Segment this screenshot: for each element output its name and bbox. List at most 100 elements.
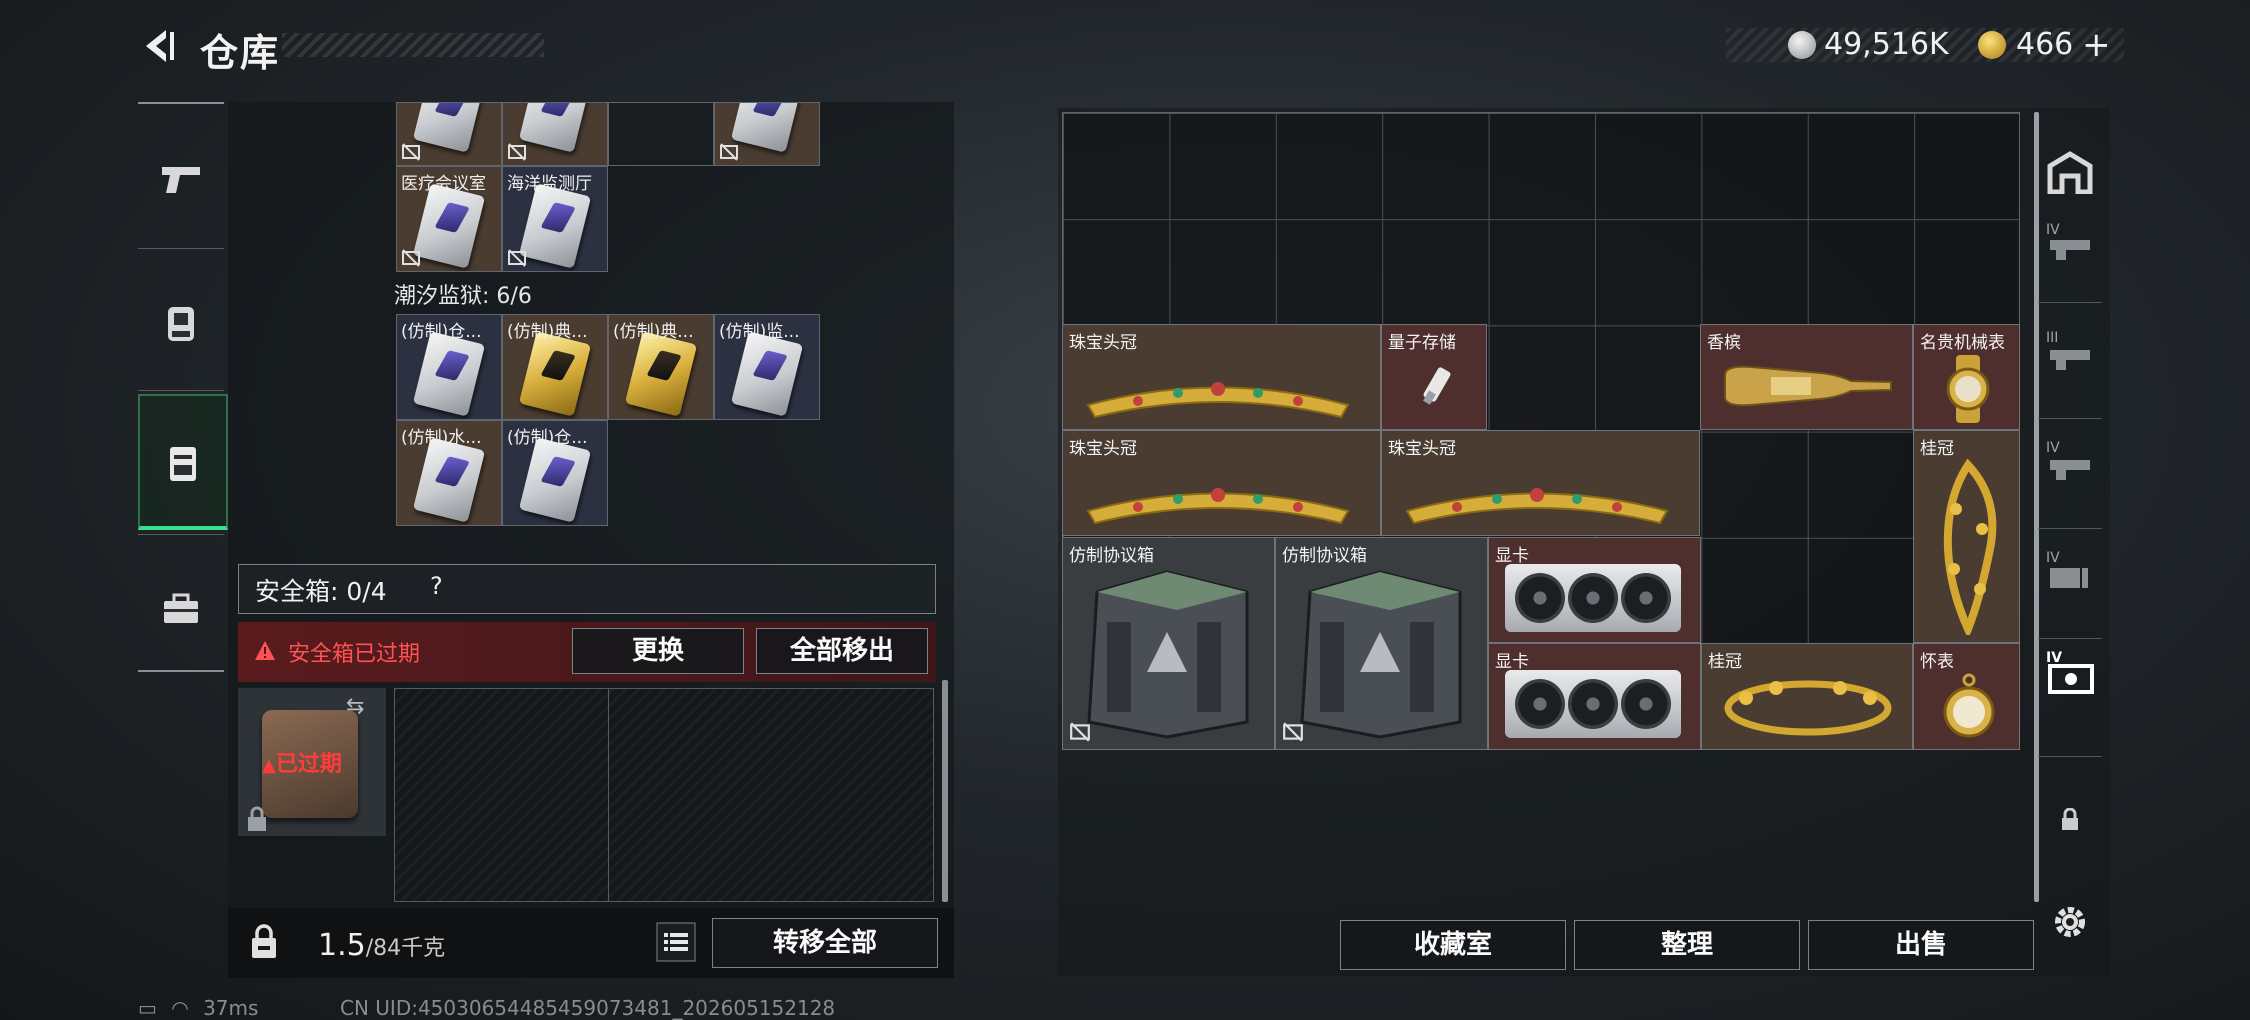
tiara-icon <box>1405 488 1669 525</box>
keycard-item[interactable]: (仿制)仓... <box>396 314 502 420</box>
stash-item-protocol-crate[interactable]: 仿制协议箱 <box>1062 537 1275 750</box>
keycard-ocean-monitoring[interactable]: 海洋监测厅 <box>502 166 608 272</box>
item-label: 仿制协议箱 <box>1282 546 1367 566</box>
lock-icon[interactable] <box>250 924 278 960</box>
keycard-item[interactable]: (仿制)典... <box>502 314 608 420</box>
keycard-item[interactable]: (仿制)典... <box>608 314 714 420</box>
left-category-nav <box>138 102 228 674</box>
user-uid: CN UID:45030654485459073481_202605152128 <box>340 996 836 1020</box>
page-title: 仓库 <box>200 31 281 75</box>
pistol-icon <box>162 167 200 193</box>
keycard-medical-room[interactable]: 医疗会议室 <box>396 166 502 272</box>
safebox-grid[interactable] <box>394 688 934 902</box>
item-label: 怀表 <box>1920 652 1954 672</box>
sort-button[interactable]: 整理 <box>1574 920 1800 970</box>
nav-tier-storage[interactable]: IV <box>2030 548 2110 648</box>
nav-misc[interactable] <box>138 544 224 674</box>
nav-tier-gear[interactable]: IV <box>2030 218 2110 318</box>
briefcase-icon <box>164 593 198 623</box>
no-trade-icon <box>1070 722 1090 742</box>
empty-slot[interactable] <box>608 102 714 166</box>
expired-badge: ▲已过期 <box>262 752 342 777</box>
nav-weapons[interactable] <box>138 114 224 244</box>
item-label: 香槟 <box>1707 333 1741 353</box>
stash-item-tiara[interactable]: 珠宝头冠 <box>1381 430 1700 536</box>
keycard-item[interactable]: (仿制)水... <box>396 420 502 526</box>
stash-item-laurel-crown[interactable]: 桂冠 <box>1913 430 2020 643</box>
gun-rack-icon <box>2050 350 2090 370</box>
wifi-icon: ◠ <box>171 996 189 1020</box>
grid-divider <box>608 688 609 902</box>
silver-coin-icon <box>1788 31 1816 59</box>
currency-premium-value: 466 <box>2016 27 2074 62</box>
stash-item-tiara[interactable]: 珠宝头冠 <box>1062 324 1381 430</box>
item-label: 名贵机械表 <box>1920 333 2005 353</box>
item-label: 珠宝头冠 <box>1069 439 1137 459</box>
item-label: 量子存储 <box>1388 333 1456 353</box>
pocket-watch-icon <box>1943 673 1995 738</box>
stash-item-quantum-storage[interactable]: 量子存储 <box>1381 324 1487 430</box>
stash-item-laurel-crown[interactable]: 桂冠 <box>1701 643 1913 750</box>
item-label: 海洋监测厅 <box>507 174 592 194</box>
expired-text: 安全箱已过期 <box>288 642 421 667</box>
wristwatch-icon <box>1946 355 1990 423</box>
swap-icon[interactable]: ⇆ <box>346 694 364 719</box>
back-arrow-icon[interactable] <box>138 26 178 66</box>
right-nav: IV III IV IV IV <box>2030 108 2110 868</box>
stash-item-tiara[interactable]: 珠宝头冠 <box>1062 430 1381 536</box>
item-card-partial[interactable] <box>396 102 502 166</box>
no-trade-icon <box>508 143 526 161</box>
transfer-all-button[interactable]: 转移全部 <box>712 918 938 968</box>
scrollbar[interactable] <box>942 680 948 902</box>
champagne-bottle-icon <box>1724 365 1892 407</box>
battery-icon: ▭ <box>138 996 157 1020</box>
section-title: 潮汐监狱: 6/6 <box>394 284 532 309</box>
replace-button[interactable]: 更换 <box>572 628 744 674</box>
nav-equipment[interactable] <box>138 256 224 386</box>
lock-icon <box>248 806 266 831</box>
keycard-item[interactable]: (仿制)监... <box>714 314 820 420</box>
stash-item-protocol-crate[interactable]: 仿制协议箱 <box>1275 537 1488 750</box>
stash-item-graphics-card[interactable]: 显卡 <box>1488 537 1701 643</box>
item-label: 珠宝头冠 <box>1388 439 1456 459</box>
item-label: (仿制)典... <box>507 322 588 342</box>
gear-icon[interactable] <box>2050 902 2090 942</box>
backpack-icon <box>168 307 194 341</box>
title-decoration <box>282 33 544 57</box>
collection-room-button[interactable]: 收藏室 <box>1340 920 1566 970</box>
keycard-item[interactable]: (仿制)仓... <box>502 420 608 526</box>
no-trade-icon <box>402 143 420 161</box>
item-label: (仿制)典... <box>613 322 694 342</box>
add-currency-icon[interactable]: + <box>2082 28 2111 62</box>
graphics-card-icon <box>1505 564 1681 632</box>
item-label: (仿制)仓... <box>401 322 482 342</box>
stash-item-graphics-card[interactable]: 显卡 <box>1488 643 1701 750</box>
crate-icon <box>1300 570 1462 739</box>
item-card-partial[interactable] <box>714 102 820 166</box>
item-label: 桂冠 <box>1920 439 1954 459</box>
help-icon[interactable]: ? <box>430 572 443 600</box>
stash-item-luxury-watch[interactable]: 名贵机械表 <box>1913 324 2020 430</box>
ping-text: 37ms <box>203 996 259 1020</box>
item-label: (仿制)水... <box>401 428 482 448</box>
laurel-crown-icon <box>1724 680 1892 736</box>
network-status: ▭ ◠ 37ms <box>138 996 258 1020</box>
move-all-out-button[interactable]: 全部移出 <box>756 628 928 674</box>
item-label: (仿制)监... <box>719 322 800 342</box>
nav-tier-rack[interactable]: III <box>2030 328 2110 428</box>
stash-item-champagne[interactable]: 香槟 <box>1700 324 1913 430</box>
item-card-partial[interactable] <box>502 102 608 166</box>
stash-item-pocket-watch[interactable]: 怀表 <box>1913 643 2020 750</box>
sell-button[interactable]: 出售 <box>1808 920 2034 970</box>
currency-main-value: 49,516K <box>1824 27 1949 62</box>
no-trade-icon <box>720 143 738 161</box>
item-label: (仿制)仓... <box>507 428 588 448</box>
nav-locked <box>2030 788 2110 888</box>
nav-tier-collection-active[interactable]: IV <box>2030 648 2110 748</box>
nav-valuables[interactable] <box>138 394 228 530</box>
laurel-crown-icon <box>1943 459 1997 635</box>
gun-rack-icon <box>2050 240 2090 260</box>
nav-tier-armory[interactable]: IV <box>2030 438 2110 538</box>
crate-icon <box>1087 570 1249 739</box>
list-icon[interactable] <box>656 922 696 962</box>
